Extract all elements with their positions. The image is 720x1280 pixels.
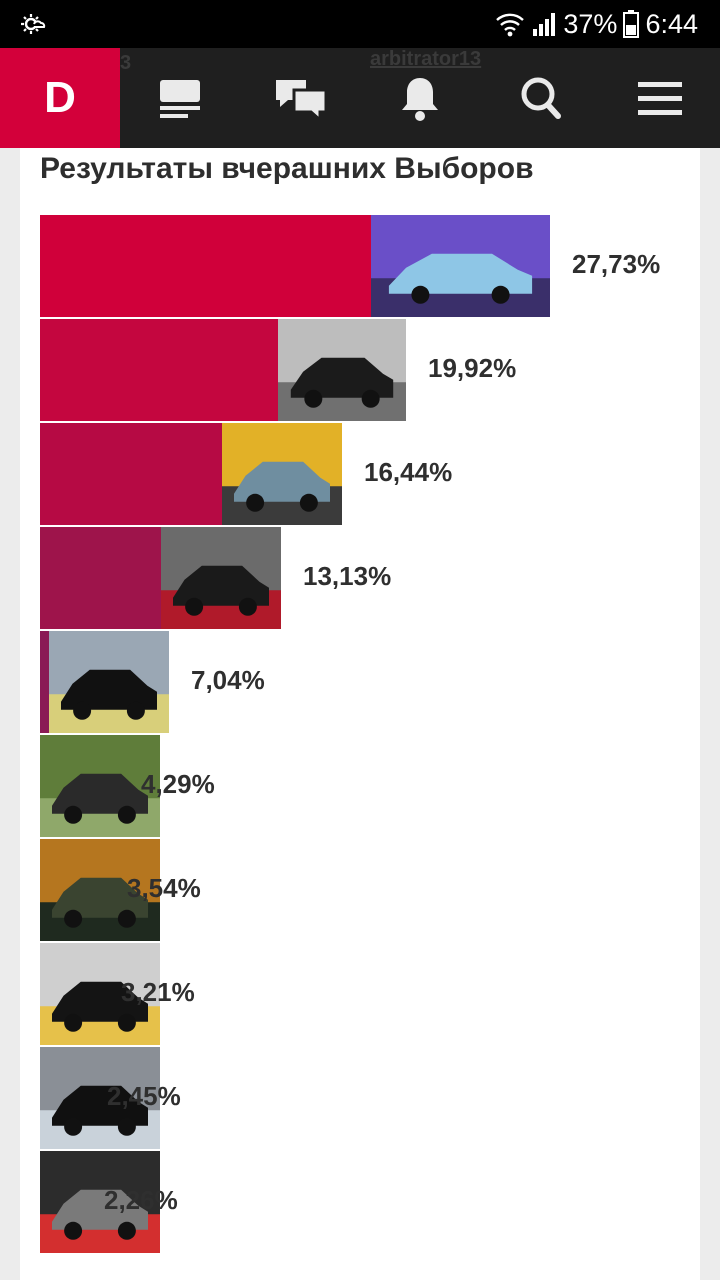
- chart-title: Результаты вчерашних Выборов: [40, 152, 534, 185]
- feed-icon[interactable]: [156, 74, 204, 122]
- car-photo: [222, 423, 342, 525]
- peek-username[interactable]: arbitrator13: [370, 48, 481, 71]
- wifi-icon: [496, 13, 525, 37]
- peek-number: 3: [120, 52, 132, 74]
- bar: [40, 631, 49, 733]
- bar-row[interactable]: 27,73%: [40, 215, 700, 317]
- status-bar: 37% 6:44: [0, 0, 720, 48]
- bar-row[interactable]: 2,26%: [40, 1151, 700, 1253]
- search-icon[interactable]: [516, 74, 564, 122]
- bell-icon[interactable]: [396, 74, 444, 122]
- bar: [40, 215, 371, 317]
- battery-icon: [623, 10, 640, 38]
- bar-row[interactable]: 2,45%: [40, 1047, 700, 1149]
- bar-row[interactable]: 7,04%: [40, 631, 700, 733]
- bar-value-label: 3,21%: [121, 977, 195, 1007]
- bar-row[interactable]: 3,21%: [40, 943, 700, 1045]
- drive2-logo[interactable]: D: [0, 48, 120, 148]
- bar: [40, 319, 278, 421]
- bar: [40, 423, 222, 525]
- bar-value-label: 3,54%: [127, 873, 201, 903]
- menu-icon[interactable]: [636, 74, 684, 122]
- car-photo: [278, 319, 406, 421]
- car-photo: [371, 215, 550, 317]
- bar-value-label: 4,29%: [141, 769, 215, 799]
- messages-icon[interactable]: [274, 74, 328, 122]
- weather-icon: [21, 14, 46, 34]
- bar-value-label: 13,13%: [303, 561, 392, 591]
- bar-value-label: 2,26%: [104, 1185, 178, 1215]
- bar-value-label: 16,44%: [364, 457, 453, 487]
- bar-row[interactable]: 19,92%: [40, 319, 700, 421]
- bar-row[interactable]: 16,44%: [40, 423, 700, 525]
- clock: 6:44: [645, 8, 698, 39]
- bar-value-label: 27,73%: [572, 249, 661, 279]
- bar-row[interactable]: 4,29%: [40, 735, 700, 837]
- bar-row[interactable]: 13,13%: [40, 527, 700, 629]
- bar-value-label: 2,45%: [107, 1081, 181, 1111]
- car-photo: [161, 527, 281, 629]
- signal-icon: [533, 13, 556, 36]
- battery-percent: 37%: [563, 8, 618, 39]
- bar-value-label: 19,92%: [428, 353, 517, 383]
- bar: [40, 527, 161, 629]
- bar-row[interactable]: 3,54%: [40, 839, 700, 941]
- top-navbar: 3 arbitrator13 D: [0, 48, 720, 148]
- bar-value-label: 7,04%: [191, 665, 265, 695]
- car-photo: [49, 631, 169, 733]
